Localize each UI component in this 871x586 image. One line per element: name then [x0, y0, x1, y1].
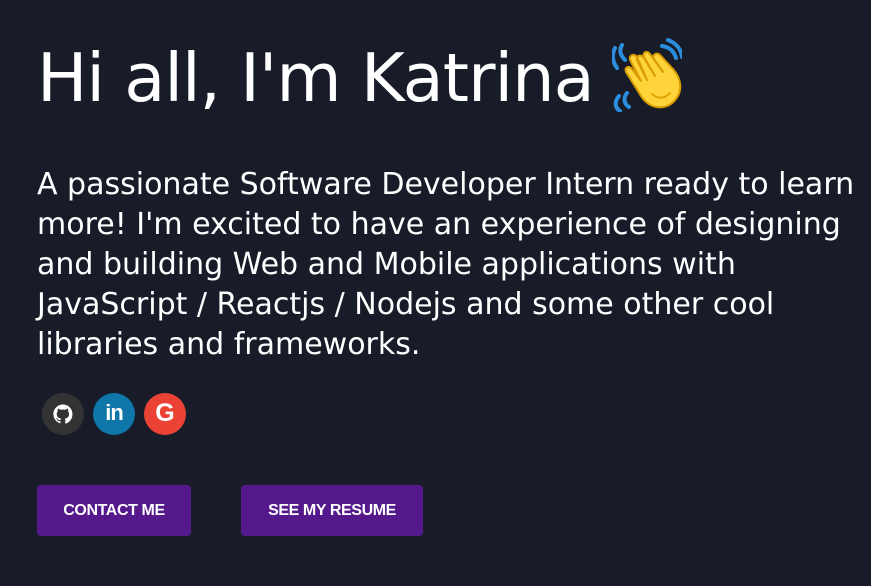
hero-actions: CONTACT ME SEE MY RESUME	[37, 485, 423, 536]
social-links: in G	[42, 393, 186, 435]
linkedin-icon: in	[105, 400, 124, 425]
intro-text: A passionate Software Developer Intern r…	[37, 167, 855, 362]
greeting-text: Hi all, I'm Katrina	[37, 39, 595, 117]
google-link[interactable]: G	[144, 393, 186, 435]
contact-me-button[interactable]: CONTACT ME	[37, 485, 191, 536]
waving-hand-icon	[610, 38, 684, 113]
github-icon	[52, 403, 74, 425]
see-my-resume-button[interactable]: SEE MY RESUME	[241, 485, 423, 536]
hero-heading: Hi all, I'm Katrina	[37, 36, 684, 120]
github-link[interactable]	[42, 393, 84, 435]
google-icon: G	[155, 398, 175, 427]
hero-section: Hi all, I'm Katrina A passionate Softwar…	[0, 0, 871, 586]
linkedin-link[interactable]: in	[93, 393, 135, 435]
